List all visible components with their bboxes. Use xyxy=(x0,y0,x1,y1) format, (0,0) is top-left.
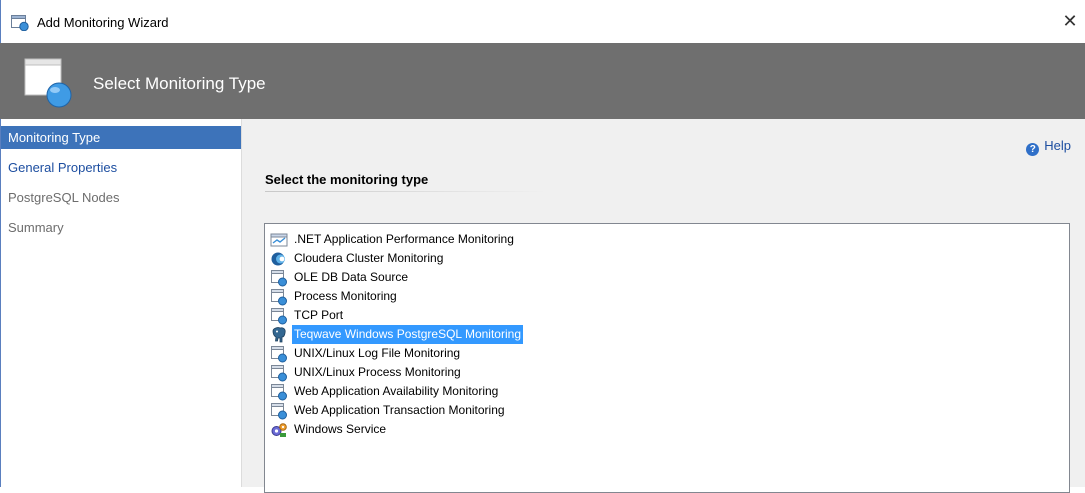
list-item-label: Web Application Transaction Monitoring xyxy=(294,403,505,417)
section-title: Select the monitoring type xyxy=(265,172,429,187)
title-bar: Add Monitoring Wizard ✕ xyxy=(0,0,1085,43)
list-item-label: .NET Application Performance Monitoring xyxy=(294,232,514,246)
help-link[interactable]: ? Help xyxy=(1026,138,1071,156)
list-item-label: Cloudera Cluster Monitoring xyxy=(294,251,444,265)
monitoring-wizard-large-icon xyxy=(24,58,72,108)
wizard-steps-sidebar: Monitoring Type General Properties Postg… xyxy=(0,119,242,487)
monitor-template-icon xyxy=(270,345,288,363)
help-label: Help xyxy=(1044,138,1071,153)
main-panel: ? Help Select the monitoring type .NET Ap… xyxy=(242,119,1085,493)
close-icon: ✕ xyxy=(1062,11,1078,31)
sidebar-item-general-properties[interactable]: General Properties xyxy=(1,156,241,179)
windows-service-gears-icon xyxy=(270,421,288,439)
list-item-label: UNIX/Linux Process Monitoring xyxy=(294,365,461,379)
postgresql-elephant-icon xyxy=(270,326,288,344)
list-item-label: TCP Port xyxy=(294,308,344,322)
list-item-label: Process Monitoring xyxy=(294,289,397,303)
page-title: Select Monitoring Type xyxy=(93,74,266,93)
list-item-label: UNIX/Linux Log File Monitoring xyxy=(294,346,461,360)
monitor-template-icon xyxy=(270,307,288,325)
close-button[interactable]: ✕ xyxy=(1055,4,1085,38)
monitor-template-icon xyxy=(270,383,288,401)
dotnet-apm-icon xyxy=(270,231,288,249)
window-title: Add Monitoring Wizard xyxy=(37,15,169,30)
list-item-label: Web Application Availability Monitoring xyxy=(294,384,499,398)
list-item-label: Teqwave Windows PostgreSQL Monitoring xyxy=(291,324,524,345)
wizard-header: Select Monitoring Type xyxy=(0,43,1085,119)
monitor-template-icon xyxy=(270,402,288,420)
monitoring-wizard-icon xyxy=(11,15,29,31)
help-icon: ? xyxy=(1026,143,1040,156)
sidebar-item-monitoring-type[interactable]: Monitoring Type xyxy=(1,126,241,149)
monitoring-type-list[interactable]: .NET Application Performance Monitoring C… xyxy=(264,223,1070,493)
monitor-template-icon xyxy=(270,364,288,382)
section-divider xyxy=(265,191,547,192)
list-item-label: Windows Service xyxy=(294,422,387,436)
monitor-template-icon xyxy=(270,288,288,306)
cloudera-icon xyxy=(270,250,288,268)
list-item-label: OLE DB Data Source xyxy=(294,270,409,284)
monitor-template-icon xyxy=(270,269,288,287)
sidebar-item-postgresql-nodes: PostgreSQL Nodes xyxy=(8,190,120,205)
sidebar-item-summary: Summary xyxy=(8,220,64,235)
